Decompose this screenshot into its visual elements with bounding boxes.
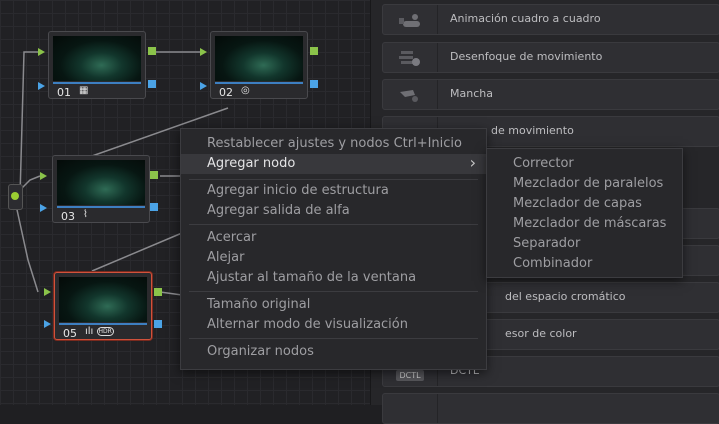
- menu-item-restablecer[interactable]: Restablecer ajustes y nodos: [207, 136, 389, 151]
- fx-item-desenfoque[interactable]: Desenfoque de movimiento: [382, 42, 719, 73]
- node-key-input-port[interactable]: [44, 320, 51, 328]
- node-input-port[interactable]: [44, 288, 51, 296]
- menu-item-acercar[interactable]: Acercar: [207, 230, 256, 245]
- node-number: 01: [57, 86, 71, 99]
- chevron-right-icon: ›: [469, 153, 476, 172]
- menu-item-agregar-salida[interactable]: Agregar salida de alfa: [207, 203, 350, 218]
- motion-blur-icon: [383, 43, 438, 72]
- node-thumbnail: [57, 160, 145, 205]
- context-menu: Restablecer ajustes y nodos Ctrl+Inicio …: [180, 128, 487, 370]
- node-key-output-port[interactable]: [310, 80, 318, 88]
- node-number: 02: [219, 86, 233, 99]
- node-key-input-port[interactable]: [38, 82, 45, 90]
- node-05[interactable]: 05 ılı HDR: [54, 272, 152, 340]
- hdr-icon: ılı HDR: [85, 326, 114, 337]
- smudge-icon: [383, 80, 438, 109]
- node-output-port[interactable]: [310, 47, 318, 55]
- menu-item-organizar-nodos[interactable]: Organizar nodos: [207, 344, 314, 359]
- node-key-output-port[interactable]: [150, 203, 158, 211]
- source-input[interactable]: [8, 184, 23, 210]
- fx-item-more[interactable]: [382, 393, 719, 424]
- saturation-icon: ◎: [241, 85, 250, 96]
- menu-item-alejar[interactable]: Alejar: [207, 250, 244, 265]
- node-thumbnail: [53, 36, 141, 81]
- submenu-item-combinador[interactable]: Combinador: [513, 256, 592, 271]
- node-thumbnail: [215, 36, 303, 81]
- node-number: 03: [61, 210, 75, 223]
- submenu-item-separador[interactable]: Separador: [513, 236, 580, 251]
- node-input-port[interactable]: [40, 172, 47, 180]
- menu-item-agregar-nodo[interactable]: Agregar nodo: [207, 156, 295, 171]
- menu-item-tamano-original[interactable]: Tamaño original: [207, 297, 310, 312]
- node-number: 05: [63, 327, 77, 340]
- node-key-input-port[interactable]: [200, 82, 207, 90]
- submenu-item-mezclador-mascaras[interactable]: Mezclador de máscaras: [513, 216, 666, 231]
- submenu-item-mezclador-capas[interactable]: Mezclador de capas: [513, 196, 642, 211]
- fx-item-animacion[interactable]: Animación cuadro a cuadro: [382, 4, 719, 35]
- fx-item-mancha[interactable]: Mancha: [382, 79, 719, 110]
- node-key-input-port[interactable]: [40, 204, 47, 212]
- node-input-port[interactable]: [38, 48, 45, 56]
- node-output-port[interactable]: [154, 288, 162, 296]
- node-thumbnail: [59, 277, 147, 322]
- node-03[interactable]: 03 ⌇: [52, 155, 150, 223]
- node-02[interactable]: 02 ◎: [210, 31, 308, 99]
- menu-item-alternar-modo[interactable]: Alternar modo de visualización: [207, 317, 408, 332]
- grid-icon: ▦: [79, 85, 89, 96]
- node-output-port[interactable]: [150, 171, 158, 179]
- node-output-port[interactable]: [148, 47, 156, 55]
- node-01[interactable]: 01 ▦: [48, 31, 146, 99]
- add-node-submenu: Corrector Mezclador de paralelos Mezclad…: [486, 148, 683, 278]
- curves-icon: ⌇: [83, 209, 88, 220]
- menu-item-shortcut: Ctrl+Inicio: [393, 136, 462, 151]
- node-input-port[interactable]: [200, 48, 207, 56]
- menu-item-ajustar[interactable]: Ajustar al tamaño de la ventana: [207, 270, 416, 285]
- submenu-item-mezclador-paralelos[interactable]: Mezclador de paralelos: [513, 176, 663, 191]
- menu-item-agregar-inicio[interactable]: Agregar inicio de estructura: [207, 183, 389, 198]
- node-key-output-port[interactable]: [148, 80, 156, 88]
- submenu-item-corrector[interactable]: Corrector: [513, 156, 574, 171]
- node-key-output-port[interactable]: [154, 320, 162, 328]
- hand-icon: [383, 5, 438, 34]
